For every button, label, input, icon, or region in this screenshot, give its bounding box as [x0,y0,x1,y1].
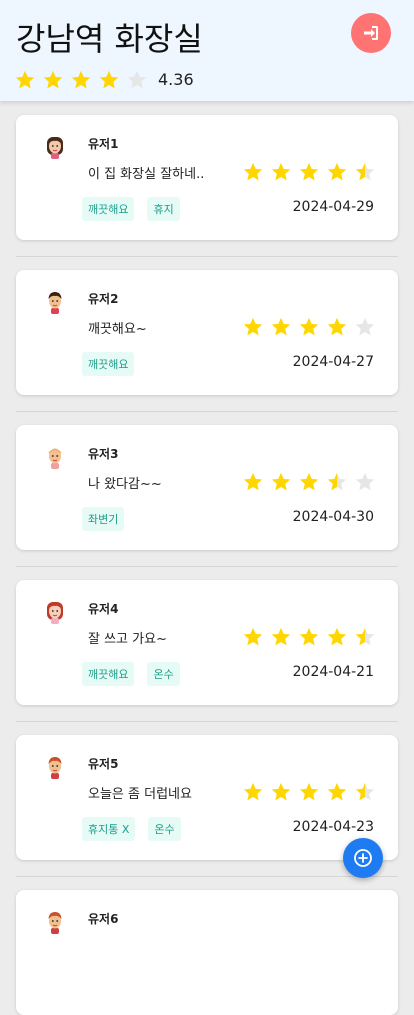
review-comment: 이 집 화장실 잘하네.. [88,167,205,182]
star-full-icon [299,317,319,336]
review-username: 유저2 [88,292,119,306]
review-date: 2024-04-29 [292,199,374,215]
review-username: 유저4 [88,602,119,616]
add-icon [354,849,372,867]
review-comment: 오늘은 좀 더럽네요 [88,787,192,802]
star-full-icon [299,627,319,646]
star-full-icon [271,472,291,491]
review-username: 유저1 [88,137,119,151]
review-tag: 온수 [147,662,180,686]
list-divider [16,411,398,412]
review-date: 2024-04-27 [292,354,374,370]
star-full-icon [99,70,119,89]
average-rating: 4.36 [158,70,194,89]
review-date: 2024-04-30 [292,509,374,525]
star-full-icon [327,162,347,181]
sign-in-icon [364,26,378,40]
review-star-rating [242,316,376,338]
review-star-rating [242,161,376,183]
list-divider [16,721,398,722]
review-tags: 깨끗해요 [82,352,135,376]
review-card[interactable]: 유저6 [16,890,398,1015]
review-username: 유저5 [88,757,119,771]
app-header: 강남역 화장실 4.36 [0,0,414,101]
star-empty-icon [355,472,375,491]
login-button[interactable] [351,13,391,53]
star-full-icon [243,472,263,491]
review-card[interactable]: 유저4 잘 쓰고 가요~ 깨끗해요 온수 2024-04-21 [16,580,398,705]
star-full-icon [71,70,91,89]
star-half-icon [355,162,375,181]
star-full-icon [243,162,263,181]
star-full-icon [299,782,319,801]
review-tag: 깨끗해요 [82,662,135,686]
review-comment: 잘 쓰고 가요~ [88,632,167,647]
review-tag: 깨끗해요 [82,352,135,376]
list-divider [16,876,398,877]
star-full-icon [327,782,347,801]
woman-icon [47,137,63,159]
star-empty-icon [355,317,375,336]
woman-red-hair-icon [47,602,63,624]
star-half-icon [355,782,375,801]
star-full-icon [327,317,347,336]
star-empty-icon [127,70,147,89]
review-tag: 좌변기 [82,507,125,531]
star-full-icon [327,627,347,646]
star-full-icon [271,627,291,646]
list-divider [16,256,398,257]
star-full-icon [271,317,291,336]
star-full-icon [243,317,263,336]
star-half-icon [327,472,347,491]
man-ginger-icon [48,912,62,934]
man-ginger-icon [48,757,62,779]
review-tags: 휴지통 X 온수 [82,817,181,841]
star-full-icon [271,162,291,181]
review-tag: 깨끗해요 [82,197,135,221]
review-username: 유저3 [88,447,119,461]
review-date: 2024-04-23 [292,819,374,835]
star-half-icon [355,627,375,646]
review-tag: 휴지 [147,197,180,221]
star-full-icon [43,70,63,89]
star-full-icon [243,627,263,646]
add-review-button[interactable] [343,838,383,878]
header-star-rating [14,69,148,91]
review-date: 2024-04-21 [292,664,374,680]
review-tags: 깨끗해요 온수 [82,662,180,686]
review-card[interactable]: 유저3 나 왔다감~~ 좌변기 2024-04-30 [16,425,398,550]
review-comment: 깨끗해요~ [88,322,147,337]
review-card[interactable]: 유저2 깨끗해요~ 깨끗해요 2024-04-27 [16,270,398,395]
review-star-rating [242,781,376,803]
star-full-icon [271,782,291,801]
review-star-rating [242,471,376,493]
bald-man-icon [48,448,62,469]
review-star-rating [242,626,376,648]
review-tags: 좌변기 [82,507,125,531]
list-divider [16,566,398,567]
review-card[interactable]: 유저5 오늘은 좀 더럽네요휴지통 X 온수 2024-04-23 [16,735,398,860]
star-full-icon [299,472,319,491]
review-comment: 나 왔다감~~ [88,477,162,492]
star-full-icon [15,70,35,89]
man-icon [48,292,62,314]
page-title: 강남역 화장실 [16,20,203,58]
review-tag: 휴지통 X [82,817,136,841]
review-tag: 온수 [148,817,181,841]
star-full-icon [299,162,319,181]
review-username: 유저6 [88,912,119,926]
star-full-icon [243,782,263,801]
review-tags: 깨끗해요 휴지 [82,197,180,221]
review-card[interactable]: 유저1 이 집 화장실 잘하네.. 깨끗해요 휴지 2024-04-29 [16,115,398,240]
